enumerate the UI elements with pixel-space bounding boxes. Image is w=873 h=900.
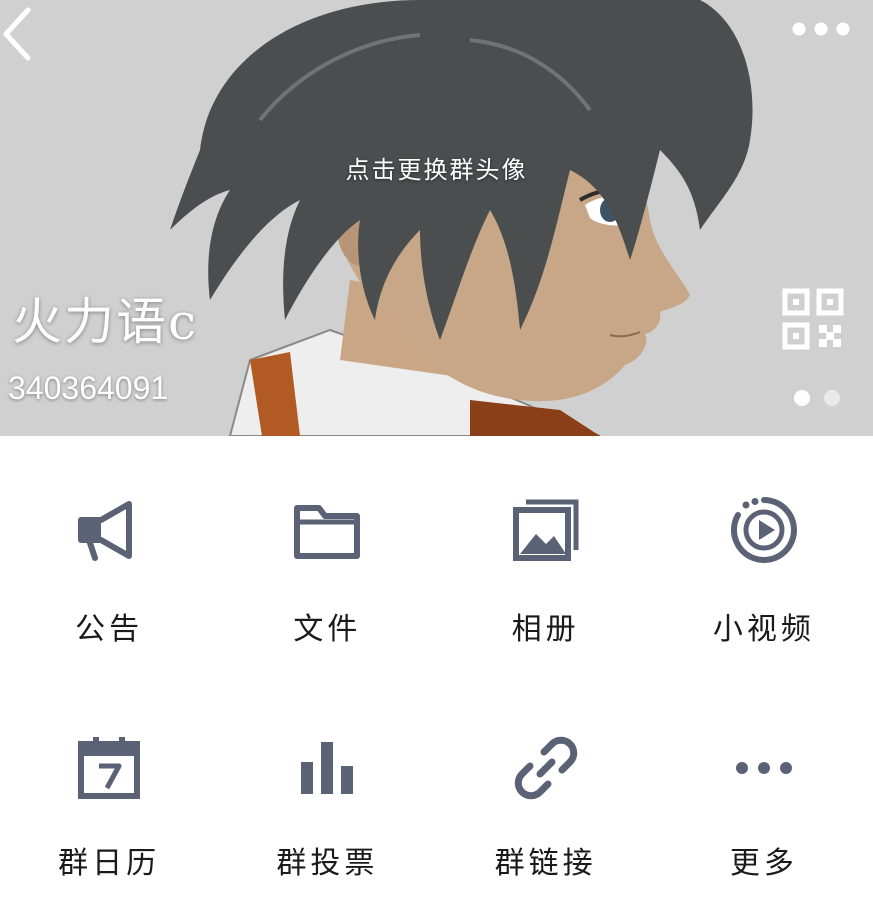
group-header: 点击更换群头像 火力语c 340364091 <box>0 0 873 436</box>
link-icon <box>514 736 577 800</box>
short-video-icon <box>730 497 797 563</box>
cover-pager <box>794 390 840 406</box>
feature-files[interactable]: 文件 <box>218 436 436 668</box>
group-name: 火力语c <box>12 293 199 351</box>
feature-grid: 公告 文件 相册 小视频 群日历 群投票 群链接 更多 <box>0 436 873 900</box>
feature-label: 小视频 <box>712 612 815 647</box>
pager-dot[interactable] <box>824 390 840 406</box>
pager-dot-active[interactable] <box>794 390 810 406</box>
photo-album-icon <box>512 499 579 561</box>
feature-more[interactable]: 更多 <box>655 668 873 900</box>
feature-label: 群投票 <box>276 846 379 881</box>
calendar-icon <box>78 737 141 799</box>
feature-label: 文件 <box>293 612 362 647</box>
more-options-icon[interactable] <box>786 14 856 44</box>
feature-announcement[interactable]: 公告 <box>0 436 218 668</box>
back-chevron-icon[interactable] <box>0 4 40 64</box>
feature-label: 相册 <box>511 612 580 647</box>
group-id: 340364091 <box>8 370 169 406</box>
feature-label: 公告 <box>75 612 144 647</box>
feature-group-vote[interactable]: 群投票 <box>218 668 436 900</box>
megaphone-icon <box>78 501 133 561</box>
change-group-avatar-hint[interactable]: 点击更换群头像 <box>0 150 873 185</box>
feature-album[interactable]: 相册 <box>437 436 655 668</box>
feature-label: 群链接 <box>494 846 597 881</box>
feature-group-calendar[interactable]: 群日历 <box>0 668 218 900</box>
feature-group-link[interactable]: 群链接 <box>437 668 655 900</box>
folder-icon <box>294 505 361 559</box>
bar-chart-icon <box>301 742 354 794</box>
qr-code-icon[interactable] <box>782 288 844 350</box>
feature-short-video[interactable]: 小视频 <box>655 436 873 668</box>
more-horizontal-icon <box>735 762 792 774</box>
feature-label: 更多 <box>729 846 798 881</box>
feature-label: 群日历 <box>58 846 161 881</box>
